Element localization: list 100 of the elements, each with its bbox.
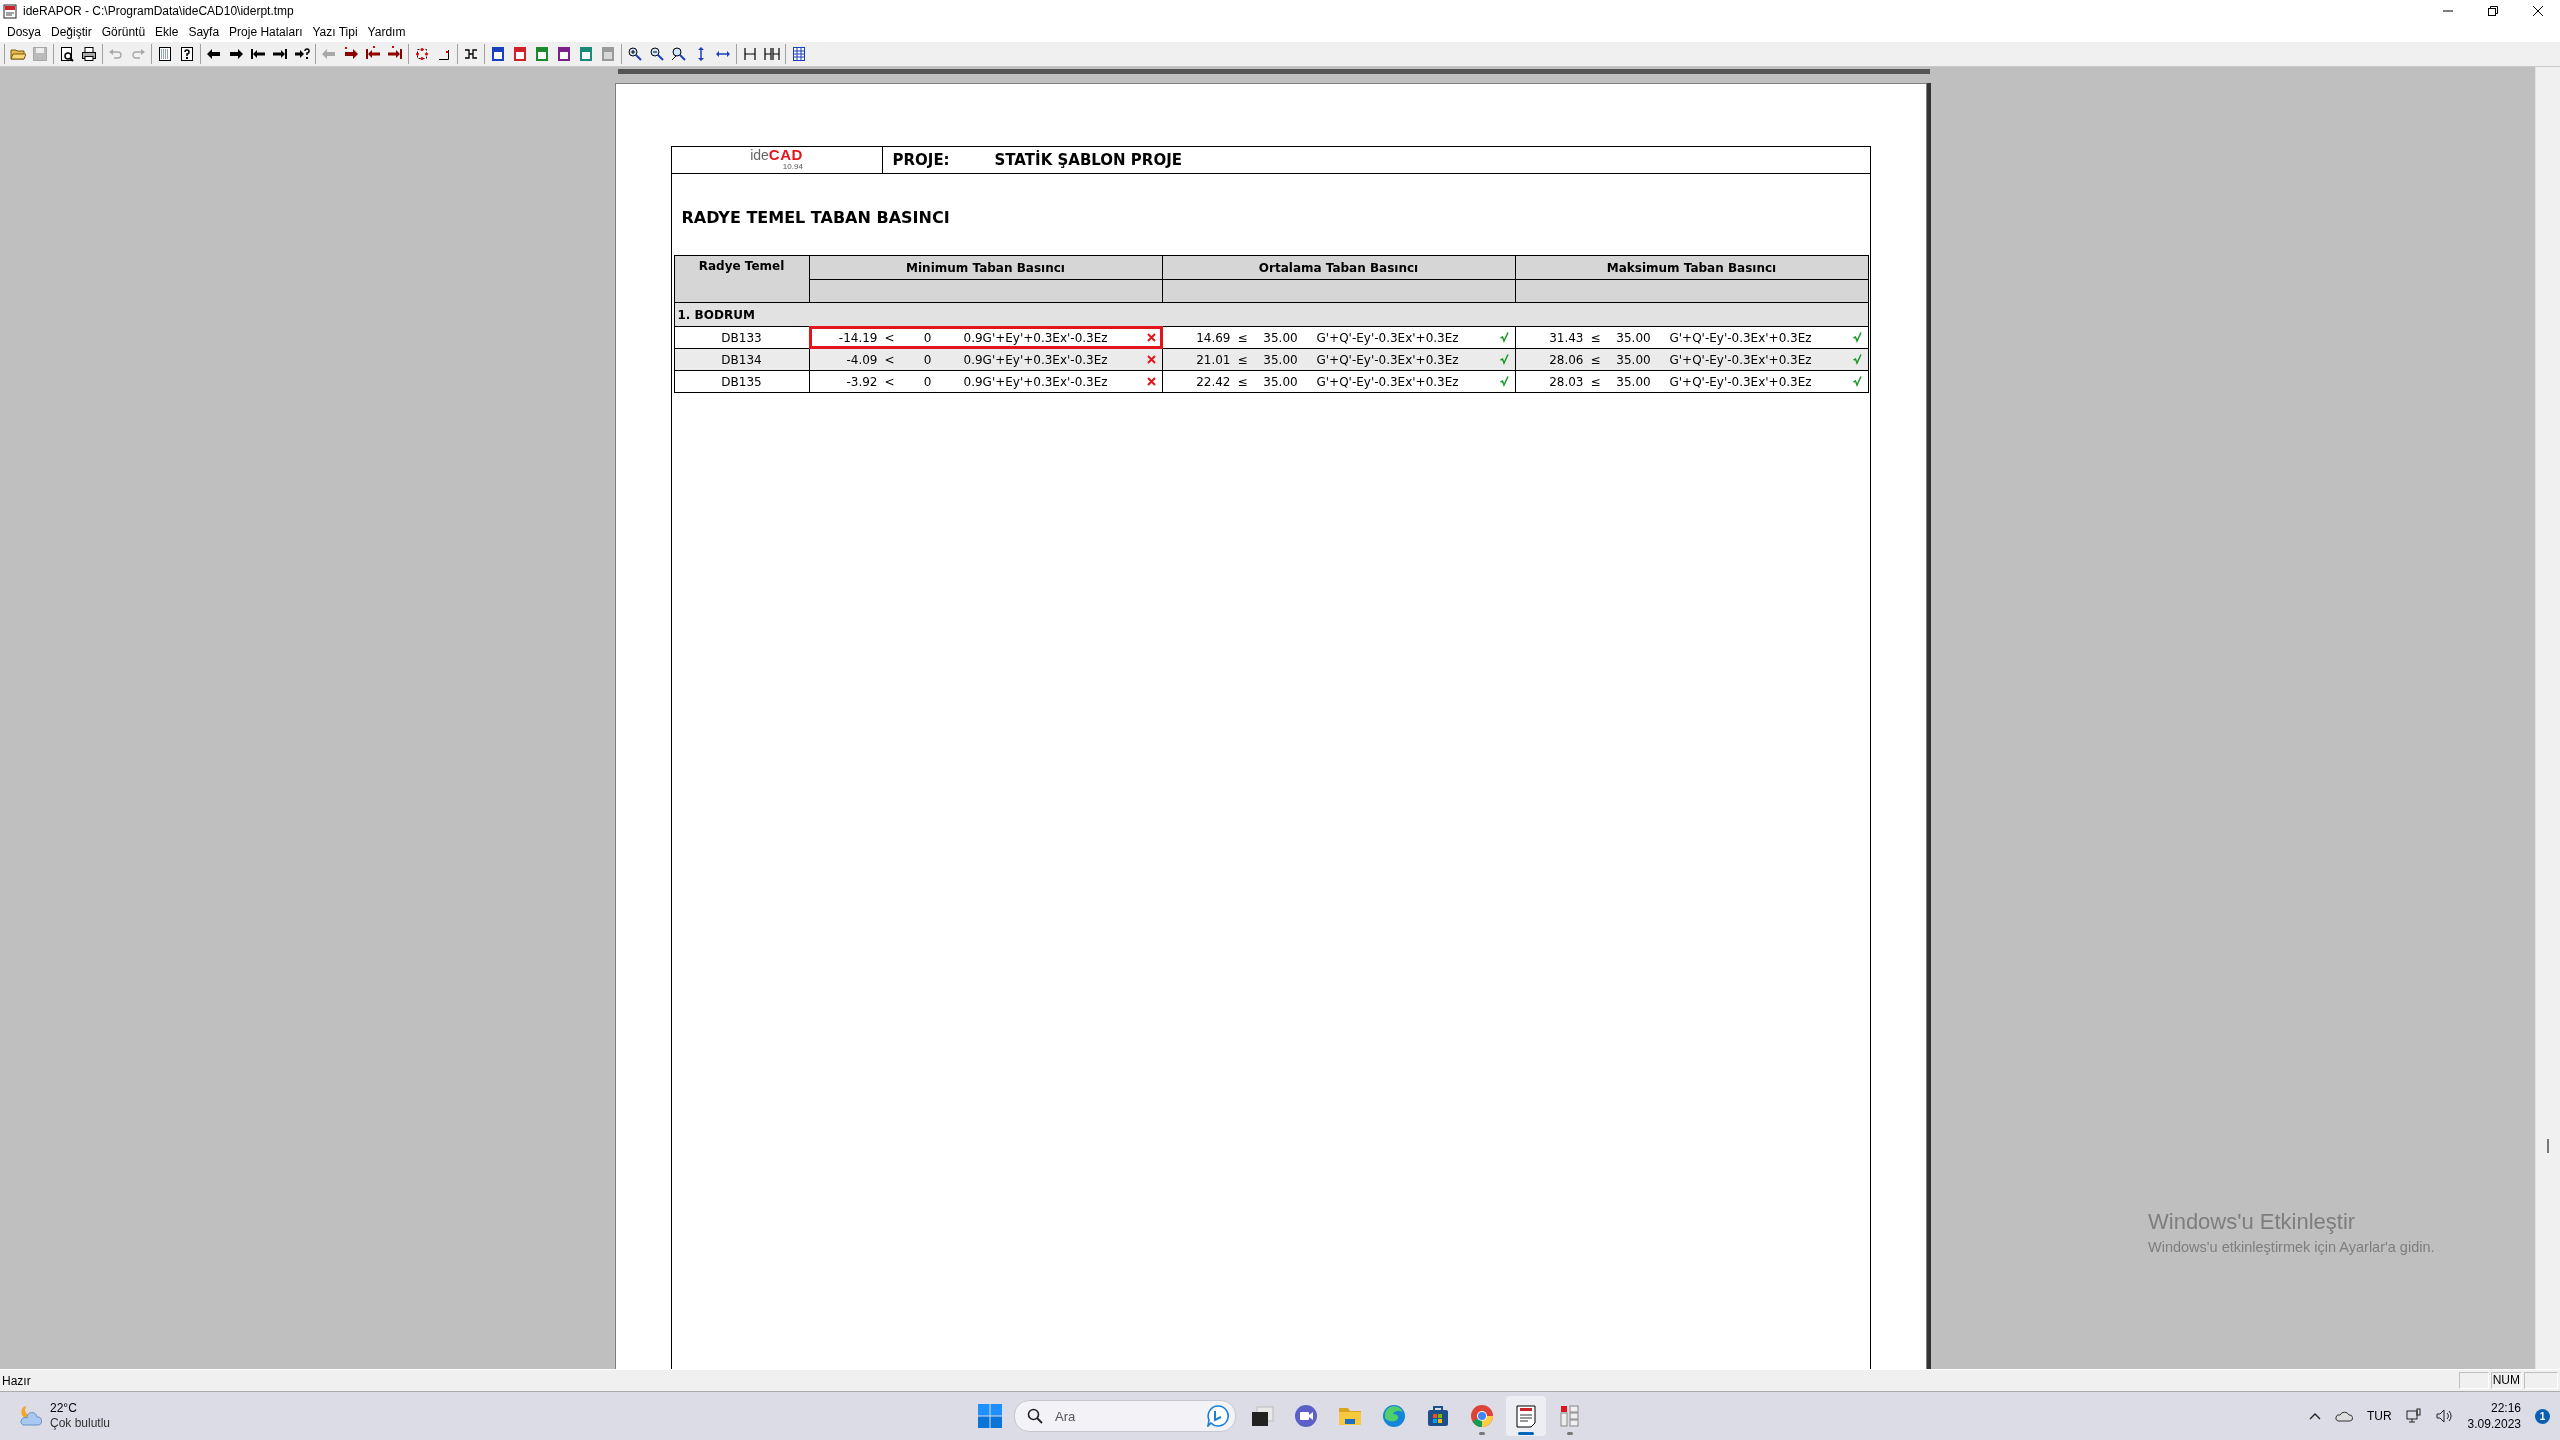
column-header: Radye Temel [674, 255, 809, 303]
combination-text: 0.9G'+Ey'+0.3Ex'-0.3Ez [962, 374, 1109, 389]
four-split-icon[interactable] [764, 46, 780, 62]
first-arrow-icon[interactable] [365, 46, 381, 62]
menu-item[interactable]: Proje Hataları [224, 25, 308, 39]
right-arrow-icon[interactable] [228, 46, 244, 62]
video-chat-icon [1293, 1403, 1319, 1429]
limit-text: 35.00 [1615, 352, 1652, 367]
menu-item[interactable]: Yazı Tipi [307, 25, 363, 39]
limit-text: 35.00 [1262, 352, 1299, 367]
activation-text: Windows'u etkinleştirmek için Ayarlar'a gidin. [2148, 1239, 2435, 1255]
vertical-scrollbar[interactable] [2535, 67, 2560, 1369]
limit-text: 35.00 [1615, 330, 1652, 345]
store-bag-icon [1425, 1403, 1451, 1429]
operator-text: ≤ [1236, 330, 1249, 345]
chevron-up-icon[interactable] [2308, 1412, 2321, 1420]
columns-icon[interactable] [791, 46, 807, 62]
first-arrow-icon[interactable] [250, 46, 266, 62]
menu-item[interactable]: Görüntü [96, 25, 151, 39]
value-text: -14.19 [837, 330, 878, 345]
zoom-out-icon[interactable] [649, 46, 665, 62]
start-icon[interactable] [978, 1404, 1002, 1428]
network-icon[interactable] [2405, 1408, 2422, 1424]
combination-text: G'+Q'-Ey'-0.3Ex'+0.3Ez [1315, 374, 1460, 389]
right-arrow-icon[interactable] [343, 46, 359, 62]
project-name: STATİK ŞABLON PROJE [994, 151, 1182, 171]
combination-text: 0.9G'+Ey'+0.3Ex'-0.3Ez [962, 330, 1109, 345]
document-icon [3, 3, 17, 19]
project-label: PROJE: [892, 151, 951, 171]
limit-text: 35.00 [1615, 374, 1652, 389]
page-layout-icon[interactable] [534, 46, 550, 62]
running-indicator [1567, 1432, 1573, 1435]
language-indicator[interactable]: TUR [2366, 1409, 2392, 1423]
combination-text: G'+Q'-Ey'-0.3Ex'+0.3Ez [1315, 352, 1460, 367]
last-arrow-icon[interactable] [387, 46, 403, 62]
search-icon [1027, 1408, 1043, 1424]
menu-item[interactable]: Dosya [2, 25, 46, 39]
combination-text: G'+Q'-Ey'-0.3Ex'+0.3Ez [1668, 352, 1813, 367]
menu-item[interactable]: Değiştir [46, 25, 97, 39]
split-view-icon[interactable] [742, 46, 758, 62]
limit-text: 0 [922, 330, 933, 345]
group-label: 1. BODRUM [674, 302, 809, 327]
weather-text: Çok bulutlu [50, 1416, 111, 1431]
restore-icon[interactable] [2487, 6, 2498, 16]
question-page-icon[interactable] [179, 46, 195, 62]
clock[interactable]: 22:16 3.09.2023 [2467, 1400, 2521, 1432]
logo: ideCAD 10.94 [750, 148, 803, 171]
notification-badge[interactable]: 1 [2535, 1408, 2550, 1424]
status-indicator: NUM [2490, 1372, 2522, 1389]
limit-text: 35.00 [1262, 374, 1299, 389]
arrow-question-icon[interactable] [294, 46, 310, 62]
combination-text: 0.9G'+Ey'+0.3Ex'-0.3Ez [962, 352, 1109, 367]
value-text: 28.03 [1548, 374, 1584, 389]
value-text: 22.42 [1195, 374, 1231, 389]
dotted-frame-icon[interactable] [414, 46, 430, 62]
last-arrow-icon[interactable] [272, 46, 288, 62]
zoom-in-icon[interactable] [627, 46, 643, 62]
operator-text: ≤ [1589, 352, 1602, 367]
value-text: 21.01 [1195, 352, 1231, 367]
close-icon[interactable] [2532, 6, 2543, 16]
shuffle-icon[interactable] [463, 46, 479, 62]
operator-text: < [883, 330, 896, 345]
page-magnifier-icon[interactable] [59, 46, 75, 62]
operator-text: < [883, 374, 896, 389]
page-layout-icon[interactable] [556, 46, 572, 62]
column-header: Minimum Taban Basıncı [809, 255, 1162, 280]
activation-title: Windows'u Etkinleştir [2148, 1209, 2357, 1235]
status-panel [2458, 1372, 2489, 1389]
chat-bubble-icon [1207, 1405, 1229, 1427]
printer-icon[interactable] [81, 46, 97, 62]
running-indicator [1518, 1432, 1534, 1435]
value-text: -3.92 [845, 374, 878, 389]
taskbar-app[interactable] [1506, 1396, 1546, 1436]
table-cell: DB135 [674, 370, 809, 393]
value-text: 14.69 [1195, 330, 1231, 345]
page-layout-icon[interactable] [578, 46, 594, 62]
speaker-icon[interactable] [2435, 1409, 2454, 1423]
column-header: Ortalama Taban Basıncı [1162, 255, 1515, 280]
page-layout-icon[interactable] [490, 46, 506, 62]
limit-text: 35.00 [1262, 330, 1299, 345]
combination-text: G'+Q'-Ey'-0.3Ex'+0.3Ez [1668, 330, 1813, 345]
zoom-fit-icon[interactable] [671, 46, 687, 62]
search-field[interactable]: Ara [1014, 1400, 1236, 1432]
browser-wave-icon [1381, 1403, 1407, 1429]
table-cell: DB134 [674, 348, 809, 371]
table-cell: DB133 [674, 326, 809, 349]
status-panel [2524, 1372, 2558, 1389]
menu-item[interactable]: Sayfa [183, 25, 225, 39]
page-layout-icon[interactable] [512, 46, 528, 62]
cloud-icon[interactable] [2334, 1410, 2353, 1422]
browser-circle-icon [1469, 1403, 1495, 1429]
value-text: -4.09 [845, 352, 878, 367]
report-title: RADYE TEMEL TABAN BASINCI [681, 208, 950, 227]
list-page-icon[interactable] [157, 46, 173, 62]
folder-icon[interactable] [10, 46, 26, 62]
value-text: 31.43 [1548, 330, 1584, 345]
task-view-icon [1249, 1403, 1275, 1429]
menu-item[interactable]: Yardım [362, 25, 411, 39]
value-text: 28.06 [1548, 352, 1584, 367]
menu-item[interactable]: Ekle [150, 25, 184, 39]
